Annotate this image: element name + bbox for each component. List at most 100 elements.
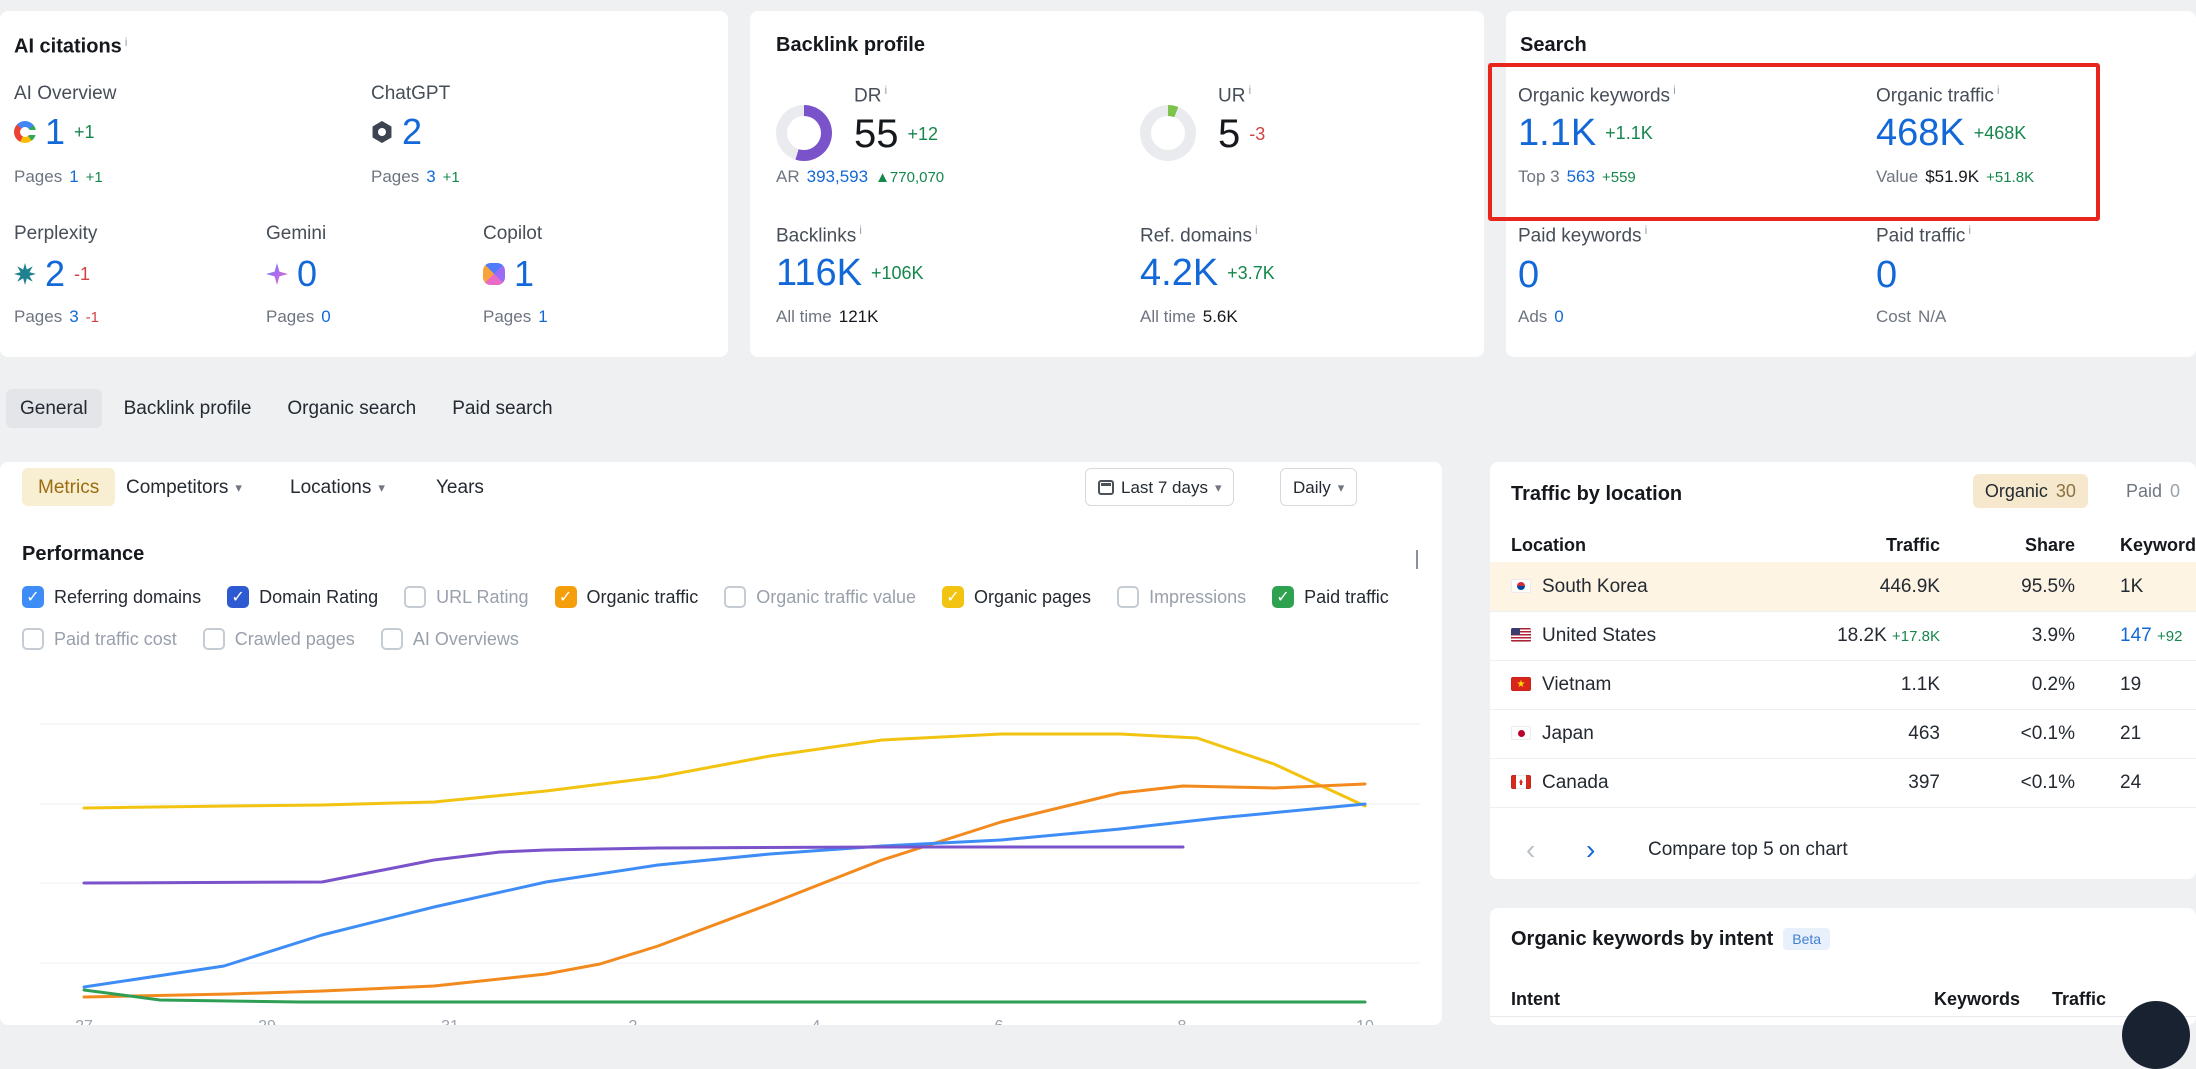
checkbox-ai-overviews[interactable]: AI Overviews [381,628,519,650]
years-dropdown[interactable]: Years [436,468,484,506]
checkbox-domain-rating[interactable]: Domain Rating [227,586,378,608]
checkbox-impressions[interactable]: Impressions [1117,586,1246,608]
info-icon[interactable]: i [859,223,862,237]
date-range-button[interactable]: Last 7 days ▾ [1085,468,1234,506]
paid-traffic-label: Paid traffici [1876,224,1971,245]
info-icon[interactable]: i [125,35,128,49]
ads-label: Ads [1518,308,1547,325]
dr-donut [776,105,832,161]
info-icon[interactable]: i [1673,83,1676,97]
pages-value[interactable]: 3 [69,308,78,325]
share-value: 95.5% [2021,562,2075,611]
info-icon[interactable]: i [884,83,887,97]
gemini-icon [266,263,288,285]
metric-label-perplexity: Perplexity [14,224,97,243]
traffic-value: 1.1K [1901,660,1940,709]
collapse-section-button[interactable] [1416,552,1418,570]
svg-text:10: 10 [1356,1018,1374,1025]
column-keywords: Keywords [1934,982,2020,1016]
pages-value[interactable]: 3 [426,168,435,185]
beta-badge: Beta [1783,928,1830,950]
compare-top5-link[interactable]: Compare top 5 on chart [1648,828,1848,872]
perplexity-value[interactable]: 2 [45,256,65,292]
info-icon[interactable]: i [1645,223,1648,237]
toggle-paid-label: Paid [2126,482,2162,500]
toggle-organic[interactable]: Organic 30 [1973,474,2088,508]
locations-dropdown[interactable]: Locations ▾ [290,468,385,506]
pages-value[interactable]: 1 [538,308,547,325]
checkbox-paid-traffic-cost[interactable]: Paid traffic cost [22,628,177,650]
table-row-japan[interactable]: Japan 463 <0.1% 21 [1490,709,2196,759]
top3-value[interactable]: 563 [1567,168,1595,185]
search-title: Search [1520,35,1587,55]
ads-value[interactable]: 0 [1554,308,1563,325]
pages-value[interactable]: 0 [321,308,330,325]
organic-keywords-value[interactable]: 1.1K [1518,114,1596,152]
tab-organic-search[interactable]: Organic search [273,389,430,428]
checkbox-organic-traffic[interactable]: Organic traffic [555,586,699,608]
gemini-value[interactable]: 0 [297,256,317,292]
copilot-value[interactable]: 1 [514,256,534,292]
checkbox-icon [555,586,577,608]
checkbox-url-rating[interactable]: URL Rating [404,586,528,608]
pages-label: Pages [371,168,419,185]
table-row-vietnam[interactable]: Vietnam 1.1K 0.2% 19 [1490,660,2196,710]
table-row-south-korea[interactable]: South Korea 446.9K 95.5% 1K [1490,562,2196,612]
flag-japan-icon [1511,726,1531,740]
checkbox-organic-traffic-value[interactable]: Organic traffic value [724,586,916,608]
metrics-filter-button[interactable]: Metrics [22,468,115,506]
ai-overview-value[interactable]: 1 [45,114,65,150]
keywords-link[interactable]: 19 [2120,660,2141,709]
toggle-paid[interactable]: Paid 0 [2122,474,2184,508]
checkbox-paid-traffic[interactable]: Paid traffic [1272,586,1389,608]
intent-table-header: Intent Keywords Traffic [1490,982,2196,1017]
table-row-canada[interactable]: Canada 397 <0.1% 24 [1490,758,2196,808]
tab-paid-search[interactable]: Paid search [438,389,566,428]
years-label: Years [436,478,484,497]
share-value: <0.1% [2021,758,2075,807]
next-page-button[interactable]: › [1586,828,1595,872]
copilot-pages: Pages 1 [483,308,548,325]
prev-page-button[interactable]: ‹ [1526,828,1535,872]
granularity-button[interactable]: Daily ▾ [1280,468,1357,506]
chat-widget-button[interactable] [2122,1001,2190,1069]
ar-delta: ▲770,070 [875,170,944,185]
info-icon[interactable]: i [1968,223,1971,237]
paid-traffic-value[interactable]: 0 [1876,256,1897,294]
keywords-link[interactable]: 24 [2120,758,2141,807]
tab-backlink-profile[interactable]: Backlink profile [110,389,266,428]
info-icon[interactable]: i [1255,223,1258,237]
pages-value[interactable]: 1 [69,168,78,185]
performance-chart[interactable]: 272931246810 [0,680,1442,1025]
ref-domains-delta: +3.7K [1227,264,1275,282]
keywords-link[interactable]: 1K [2120,562,2143,611]
svg-text:29: 29 [258,1018,276,1025]
paid-keywords-value[interactable]: 0 [1518,256,1539,294]
checkbox-crawled-pages[interactable]: Crawled pages [203,628,355,650]
keywords-link[interactable]: 147 [2120,625,2152,646]
ref-domains-value[interactable]: 4.2K [1140,254,1218,292]
column-location: Location [1511,528,1586,562]
organic-traffic-value[interactable]: 468K [1876,114,1965,152]
competitors-dropdown[interactable]: Competitors ▾ [126,468,242,506]
tab-general[interactable]: General [6,389,102,428]
pages-delta: +1 [443,170,460,185]
svg-text:8: 8 [1178,1018,1187,1025]
column-traffic: Traffic [1886,528,1940,562]
checkbox-label: Impressions [1149,587,1246,608]
ur-label-text: UR [1218,85,1245,106]
dr-label: DRi [854,84,887,105]
keywords-link[interactable]: 21 [2120,709,2141,758]
backlinks-value[interactable]: 116K [776,254,862,292]
info-icon[interactable]: i [1248,83,1251,97]
checkbox-label: Organic traffic value [756,587,916,608]
table-row-united-states[interactable]: United States 18.2K +17.8K 3.9% 147 +92 [1490,611,2196,661]
flag-united-states-icon [1511,628,1531,642]
ads-line: Ads 0 [1518,308,1564,325]
metric-checkbox-row-1: Referring domains Domain Rating URL Rati… [22,586,1389,608]
checkbox-organic-pages[interactable]: Organic pages [942,586,1091,608]
ar-value[interactable]: 393,593 [807,168,868,185]
chatgpt-value[interactable]: 2 [402,114,422,150]
info-icon[interactable]: i [1997,83,2000,97]
checkbox-referring-domains[interactable]: Referring domains [22,586,201,608]
